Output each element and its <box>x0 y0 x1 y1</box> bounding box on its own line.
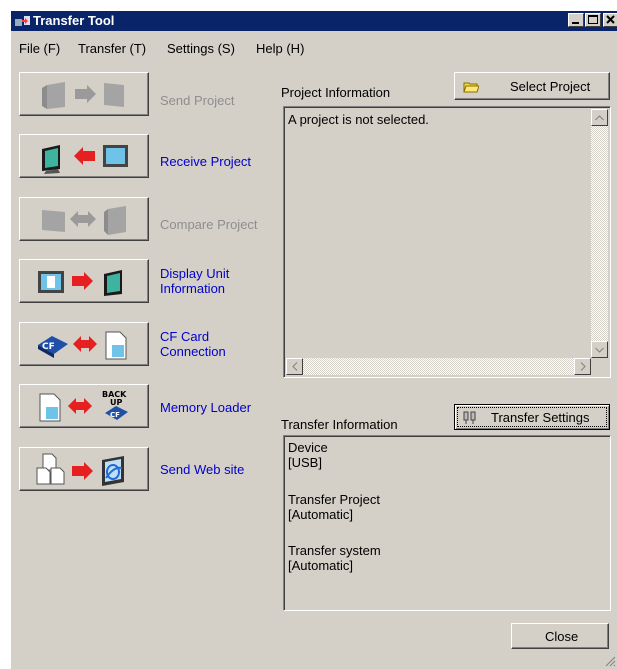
receive-project-label: Receive Project <box>160 154 252 169</box>
send-project-button[interactable] <box>19 72 149 116</box>
memory-loader-label: Memory Loader <box>160 400 252 415</box>
title-bar[interactable]: Transfer Tool <box>11 11 617 31</box>
maximize-icon <box>588 15 598 24</box>
cf-card-label-line2: Connection <box>160 344 226 359</box>
send-web-site-label: Send Web site <box>160 462 245 477</box>
arrow-right-icon <box>580 362 586 371</box>
scroll-left-button[interactable] <box>286 358 303 375</box>
cf-card-connection-button[interactable]: CF <box>19 322 149 366</box>
project-information-label: Project Information <box>281 85 391 100</box>
arrow-up-icon <box>595 114 604 120</box>
send-web-site-icon <box>36 453 124 486</box>
menu-help[interactable]: Help (H) <box>256 41 304 56</box>
close-icon <box>606 15 615 24</box>
menu-file[interactable]: File (F) <box>19 41 60 56</box>
cf-card-connection-label: CF Card Connection <box>160 329 226 359</box>
project-horizontal-scrollbar[interactable] <box>286 358 591 375</box>
up-icon-text: UP <box>110 398 122 407</box>
cf-icon-text: CF <box>110 411 120 419</box>
arrow-left-icon <box>291 362 297 371</box>
project-vertical-scrollbar[interactable] <box>591 109 608 358</box>
transfer-information-label: Transfer Information <box>281 417 398 432</box>
compare-project-icon <box>42 206 126 235</box>
receive-project-button[interactable] <box>19 134 149 178</box>
display-unit-label-line2: Information <box>160 281 226 296</box>
send-project-label: Send Project <box>160 93 235 108</box>
send-project-icon <box>42 82 124 109</box>
send-web-site-button[interactable] <box>19 447 149 491</box>
transfer-project-label: Transfer Project <box>288 492 380 507</box>
select-project-label: Select Project <box>510 79 591 94</box>
project-information-panel: A project is not selected. <box>283 106 611 378</box>
menu-transfer[interactable]: Transfer (T) <box>78 41 146 56</box>
transfer-tool-window: Transfer Tool File (F) Transfer (T) Sett… <box>10 10 617 669</box>
cf-card-connection-icon: CF <box>38 331 127 360</box>
maximize-button[interactable] <box>585 13 601 27</box>
transfer-system-label: Transfer system <box>288 543 381 558</box>
resize-grip-icon[interactable] <box>604 655 616 667</box>
compare-project-label: Compare Project <box>160 217 258 232</box>
transfer-tool-icon <box>15 16 30 26</box>
compare-project-button[interactable] <box>19 197 149 241</box>
project-status-text: A project is not selected. <box>288 112 429 127</box>
select-project-button[interactable]: Select Project <box>454 72 610 100</box>
memory-loader-icon: BACK UP CF <box>39 390 128 422</box>
transfer-information-panel: Device [USB] Transfer Project [Automatic… <box>283 435 611 611</box>
cf-card-label-line1: CF Card <box>160 329 210 344</box>
cf-card-icon-text: CF <box>42 342 55 352</box>
arrow-down-icon <box>595 347 604 353</box>
menu-bar: File (F) Transfer (T) Settings (S) Help … <box>11 33 617 56</box>
device-value: [USB] <box>288 455 322 470</box>
transfer-system-value: [Automatic] <box>288 558 354 573</box>
display-unit-label-line1: Display Unit <box>160 266 230 281</box>
minimize-button[interactable] <box>568 13 584 27</box>
scroll-down-button[interactable] <box>591 341 608 358</box>
scroll-right-button[interactable] <box>574 358 591 375</box>
close-button[interactable]: Close <box>511 623 609 649</box>
display-unit-info-icon <box>38 270 122 296</box>
scroll-up-button[interactable] <box>591 109 608 126</box>
transfer-settings-icon <box>463 411 476 424</box>
receive-project-icon <box>42 145 128 174</box>
display-unit-information-button[interactable] <box>19 259 149 303</box>
menu-settings[interactable]: Settings (S) <box>167 41 235 56</box>
transfer-settings-button[interactable]: Transfer Settings <box>454 404 610 430</box>
transfer-settings-label: Transfer Settings <box>491 410 590 425</box>
minimize-icon <box>572 22 579 24</box>
folder-icon <box>463 82 479 93</box>
scrollbar-corner <box>591 358 608 375</box>
display-unit-information-label: Display Unit Information <box>160 266 229 296</box>
close-window-button[interactable] <box>603 13 617 27</box>
window-title: Transfer Tool <box>33 13 115 28</box>
close-button-label: Close <box>545 629 579 644</box>
device-label: Device <box>288 440 328 455</box>
transfer-project-value: [Automatic] <box>288 507 354 522</box>
memory-loader-button[interactable]: BACK UP CF <box>19 384 149 428</box>
